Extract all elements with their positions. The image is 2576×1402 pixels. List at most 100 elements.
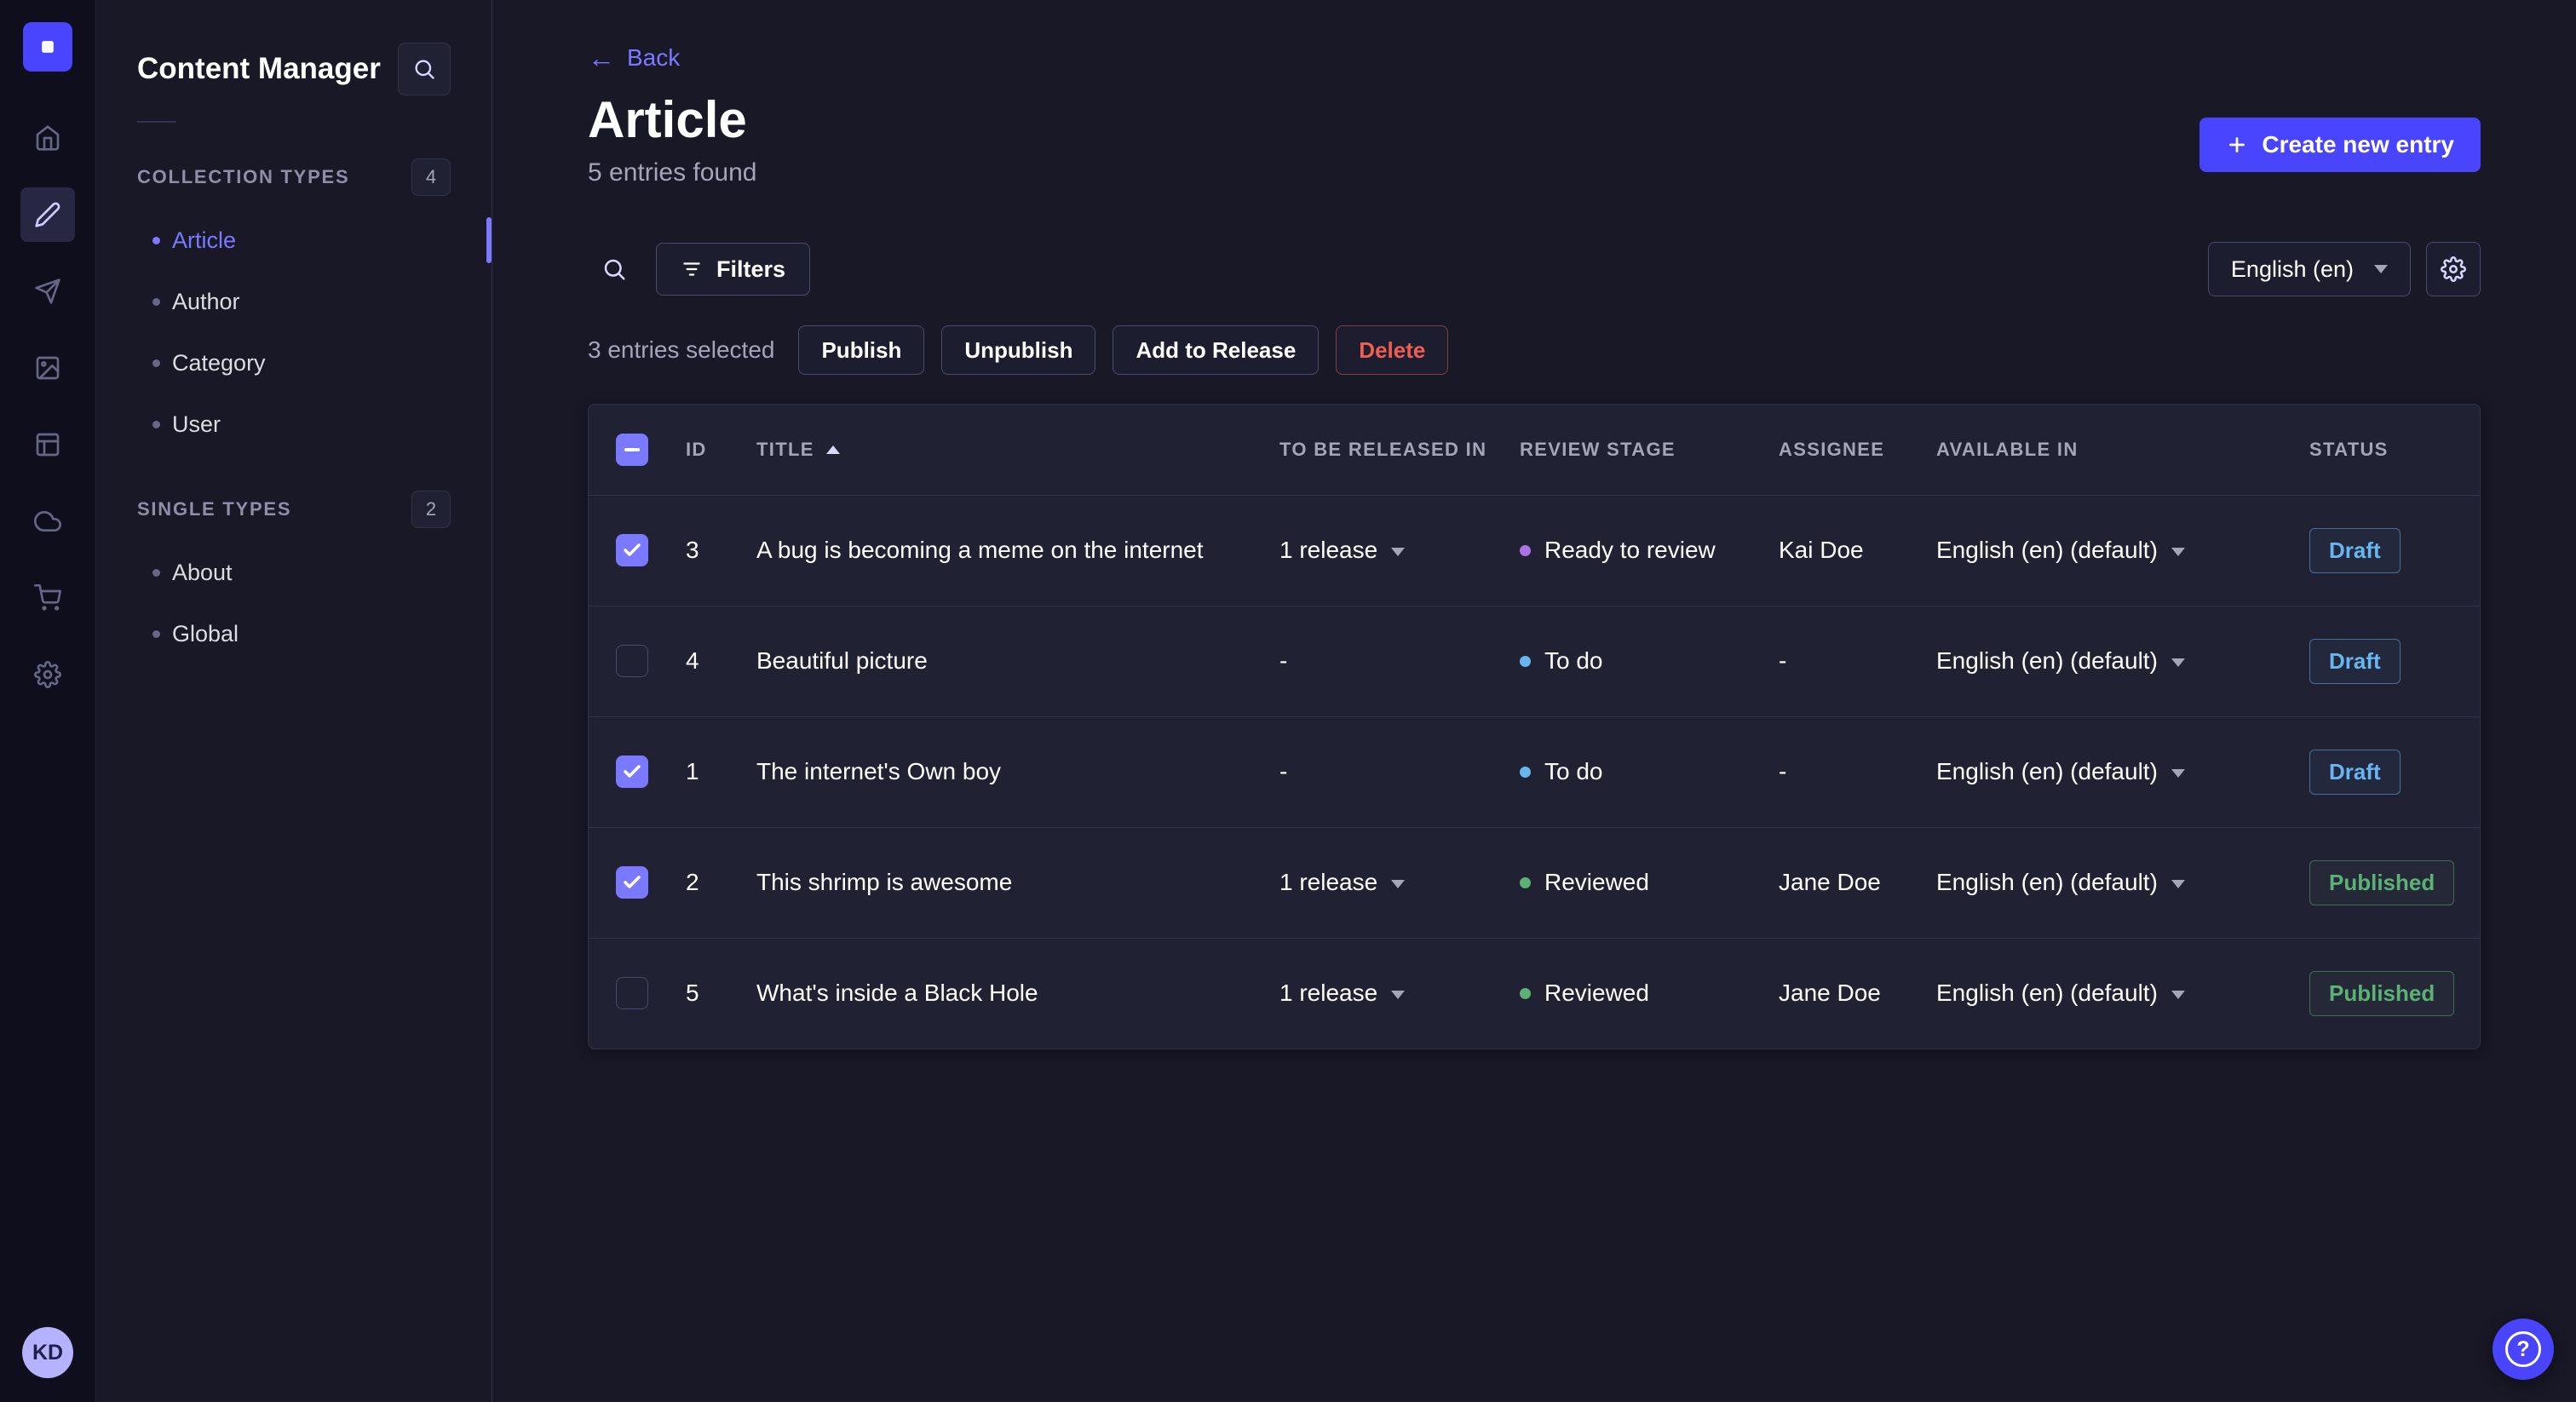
column-header-released[interactable]: TO BE RELEASED IN (1279, 405, 1520, 496)
table-row[interactable]: 3 A bug is becoming a meme on the intern… (589, 495, 2480, 606)
stage-dot (1520, 766, 1531, 778)
select-all-checkbox[interactable] (616, 433, 648, 466)
check-icon (624, 543, 641, 556)
cell-assignee: - (1779, 716, 1936, 828)
column-header-assignee[interactable]: ASSIGNEE (1779, 405, 1936, 496)
filters-label: Filters (716, 256, 786, 282)
cell-title: What's inside a Black Hole (756, 980, 1038, 1007)
sidebar-item-article[interactable]: Article (137, 210, 451, 271)
add-to-release-button[interactable]: Add to Release (1113, 325, 1320, 375)
cell-assignee: - (1779, 606, 1936, 717)
rail-content-type-builder-button[interactable] (20, 417, 75, 472)
sidebar-item-label: Article (172, 227, 237, 253)
cell-title: The internet's Own boy (756, 716, 1279, 828)
cell-release[interactable]: 1 release (1279, 938, 1520, 1049)
sidebar-item-label: Global (172, 620, 239, 646)
cell-review-stage: To do (1520, 606, 1779, 717)
entries-count: 5 entries found (588, 158, 757, 187)
view-settings-button[interactable] (2426, 242, 2481, 296)
sidebar-item-label: Category (172, 349, 266, 376)
cell-id: 4 (665, 606, 756, 717)
single-types-count-badge: 2 (411, 491, 451, 528)
row-checkbox[interactable] (616, 645, 648, 677)
cell-title: This shrimp is awesome (756, 827, 1279, 939)
column-header-available-in[interactable]: AVAILABLE IN (1936, 405, 2309, 496)
cell-release[interactable]: 1 release (1279, 495, 1520, 606)
cell-status: Draft (2309, 716, 2480, 828)
sidebar-item-about[interactable]: About (137, 542, 451, 603)
entries-table-card: ID TITLE TO BE RELEASED IN REVIEW STAGE … (588, 404, 2481, 1049)
rail-home-button[interactable] (20, 111, 75, 165)
bullet-icon (152, 236, 160, 244)
column-header-id[interactable]: ID (665, 405, 756, 496)
locale-select[interactable]: English (en) (2207, 242, 2411, 296)
sidebar-item-author[interactable]: Author (137, 271, 451, 332)
strapi-logo[interactable] (23, 22, 72, 72)
rail-marketplace-button[interactable] (20, 571, 75, 625)
help-button[interactable]: ? (2493, 1319, 2554, 1380)
column-header-review-stage[interactable]: REVIEW STAGE (1520, 405, 1779, 496)
cell-assignee: Jane Doe (1779, 980, 1881, 1007)
section-label-single-types: SINGLE TYPES (137, 498, 292, 520)
sidebar-item-label: About (172, 559, 233, 585)
divider (137, 121, 176, 123)
bullet-icon (152, 359, 160, 367)
back-label: Back (627, 44, 681, 71)
rail-nav (20, 111, 75, 702)
sidebar-item-user[interactable]: User (137, 394, 451, 455)
status-badge: Published (2309, 859, 2455, 905)
stage-dot (1520, 876, 1531, 888)
app-window: KD Content Manager COLLECTION TYPES 4 Ar… (0, 0, 2576, 1402)
cell-available-in[interactable]: English (en) (default) (1936, 827, 2309, 939)
row-checkbox[interactable] (616, 756, 648, 788)
filter-icon (683, 262, 700, 276)
cell-available-in[interactable]: English (en) (default) (1936, 716, 2309, 828)
cell-available-in[interactable]: English (en) (default) (1936, 938, 2309, 1049)
column-header-status[interactable]: STATUS (2309, 405, 2480, 496)
cell-status: Draft (2309, 606, 2480, 717)
cell-available-in[interactable]: English (en) (default) (1936, 495, 2309, 606)
strapi-logo-icon (42, 41, 54, 53)
table-row[interactable]: 1 The internet's Own boy - To do - Engli… (589, 716, 2480, 828)
search-icon (604, 259, 625, 280)
cell-status: Draft (2309, 495, 2480, 606)
cell-assignee: Jane Doe (1779, 827, 1936, 939)
bullet-icon (152, 629, 160, 638)
avatar[interactable]: KD (22, 1327, 73, 1378)
cell-release[interactable]: 1 release (1279, 827, 1520, 939)
cell-id: 5 (686, 980, 699, 1007)
sidebar-search-button[interactable] (398, 43, 451, 95)
plus-icon (2229, 137, 2245, 152)
entries-table: ID TITLE TO BE RELEASED IN REVIEW STAGE … (589, 405, 2480, 1049)
row-checkbox[interactable] (616, 534, 648, 566)
delete-button[interactable]: Delete (1336, 325, 1449, 375)
stage-dot (1520, 544, 1531, 556)
sidebar-item-label: Author (172, 288, 240, 314)
create-new-entry-button[interactable]: Create new entry (2199, 118, 2481, 172)
rail-releases-button[interactable] (20, 264, 75, 319)
list-search-button[interactable] (588, 243, 641, 296)
table-row[interactable]: 2 This shrimp is awesome 1 release Revie… (589, 827, 2480, 939)
sidebar-title: Content Manager (137, 52, 381, 85)
selection-count-label: 3 entries selected (588, 336, 775, 363)
back-link[interactable]: ← Back (588, 44, 680, 72)
filters-button[interactable]: Filters (656, 243, 811, 296)
row-checkbox[interactable] (616, 866, 648, 899)
publish-button[interactable]: Publish (798, 325, 925, 375)
cell-review-stage: Reviewed (1520, 938, 1779, 1049)
cell-review-stage: To do (1520, 716, 1779, 828)
column-header-title[interactable]: TITLE (756, 405, 1279, 496)
rail-media-library-button[interactable] (20, 341, 75, 395)
indeterminate-dash-icon (624, 447, 640, 451)
table-row[interactable]: 5 What's inside a Black Hole 1 release R… (589, 938, 2480, 1049)
rail-settings-button[interactable] (20, 647, 75, 702)
unpublish-button[interactable]: Unpublish (941, 325, 1096, 375)
cell-available-in[interactable]: English (en) (default) (1936, 606, 2309, 717)
rail-cloud-button[interactable] (20, 494, 75, 549)
rail-content-manager-button[interactable] (20, 187, 75, 242)
table-row[interactable]: 4 Beautiful picture - To do - English (e… (589, 606, 2480, 717)
sidebar-item-global[interactable]: Global (137, 603, 451, 664)
sidebar-item-category[interactable]: Category (137, 332, 451, 394)
create-new-entry-label: Create new entry (2262, 131, 2454, 158)
row-checkbox[interactable] (616, 977, 648, 1010)
